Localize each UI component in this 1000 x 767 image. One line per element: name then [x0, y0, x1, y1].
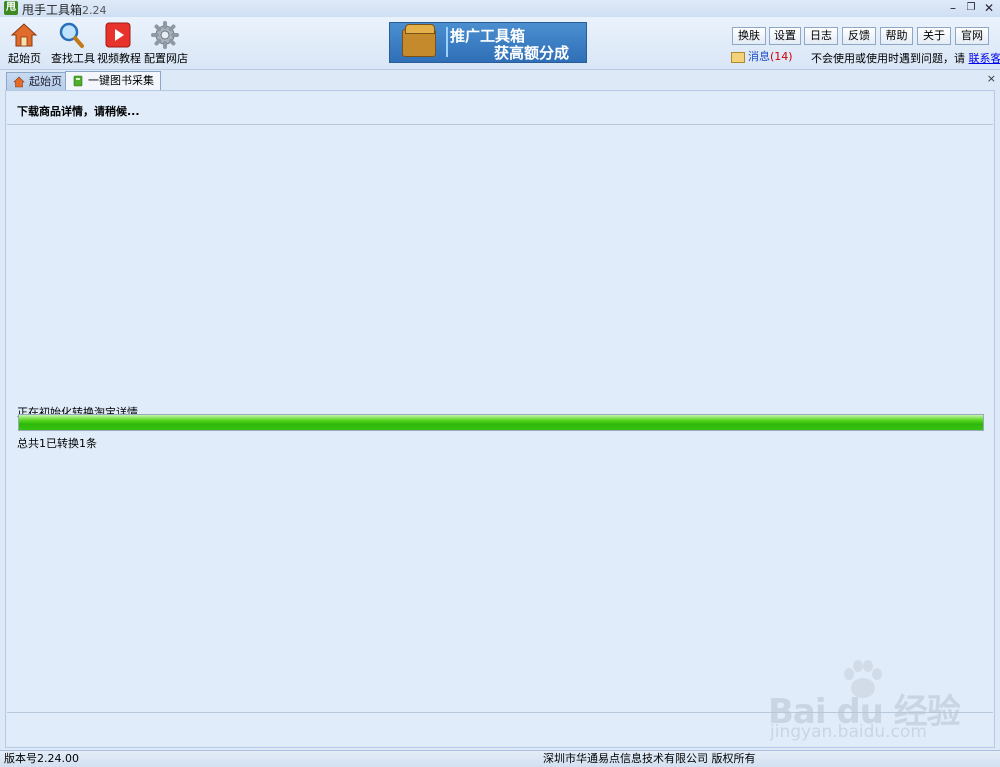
skin-button[interactable]: 换肤 — [732, 27, 766, 45]
tab-book-collect[interactable]: 一键图书采集 — [65, 71, 161, 92]
app-name: 甩手工具箱 — [22, 3, 82, 17]
feedback-button[interactable]: 反馈 — [842, 27, 876, 45]
help-text: 不会使用或使用时遇到问题，请 — [811, 52, 965, 65]
messages-count: (14) — [770, 50, 793, 63]
home-icon — [13, 76, 25, 88]
toolbar-configure-shop-button[interactable]: 配置网店 — [144, 21, 186, 66]
tab-home[interactable]: 起始页 — [6, 72, 69, 91]
toolbar-home-button[interactable]: 起始页 — [8, 21, 40, 66]
window-title: 甩手工具箱2.24 — [22, 1, 107, 18]
contact-support-link[interactable]: 联系客服 — [969, 52, 1000, 65]
app-version: 2.24 — [82, 4, 107, 17]
toolbar-home-label: 起始页 — [8, 50, 40, 66]
help-contact: 不会使用或使用时遇到问题，请 联系客服 — [811, 50, 1000, 66]
close-button[interactable]: ✕ — [980, 0, 998, 16]
content-panel: 下载商品详情，请稍候... 正在初始化转换淘宝详情..... 总共1已转换1条 — [5, 90, 995, 748]
download-status-text: 下载商品详情，请稍候... — [17, 103, 140, 119]
messages-link[interactable]: 消息(14) — [731, 48, 793, 64]
tab-home-label: 起始页 — [29, 75, 62, 88]
help-button[interactable]: 帮助 — [880, 27, 913, 45]
progress-fill — [19, 415, 983, 430]
toolbar-video-tutorial-label: 视频教程 — [97, 50, 139, 66]
magnifier-icon — [57, 21, 85, 49]
messages-label: 消息 — [748, 50, 770, 63]
title-bar: 甩 甩手工具箱2.24 – ❐ ✕ — [0, 0, 1000, 17]
tab-bar: 起始页 一键图书采集 × — [0, 70, 1000, 90]
log-button[interactable]: 日志 — [804, 27, 838, 45]
home-icon — [10, 21, 38, 49]
progress-bar — [18, 414, 984, 431]
copyright-text: 深圳市华通易点信息技术有限公司 版权所有 — [543, 751, 756, 767]
divider — [7, 124, 993, 125]
toolbar-video-tutorial-button[interactable]: 视频教程 — [97, 21, 139, 66]
content-inner: 下载商品详情，请稍候... 正在初始化转换淘宝详情..... 总共1已转换1条 — [7, 92, 993, 746]
toolbar-configure-shop-label: 配置网店 — [144, 50, 186, 66]
app-logo-icon: 甩 — [4, 1, 18, 15]
banner-line2: 获高额分成 — [494, 42, 569, 63]
tab-book-collect-label: 一键图书采集 — [88, 74, 154, 87]
version-text: 版本号2.24.00 — [4, 751, 79, 767]
close-tab-icon[interactable]: × — [987, 72, 996, 85]
toolbar-find-tools-label: 查找工具 — [51, 50, 91, 66]
restore-button[interactable]: ❐ — [962, 0, 980, 16]
book-icon — [72, 75, 84, 87]
gear-icon — [151, 21, 179, 49]
divider — [7, 712, 993, 713]
conversion-count-text: 总共1已转换1条 — [17, 435, 97, 451]
envelope-icon — [731, 52, 745, 63]
minimize-button[interactable]: – — [944, 0, 962, 16]
settings-button[interactable]: 设置 — [769, 27, 801, 45]
official-site-button[interactable]: 官网 — [955, 27, 989, 45]
main-toolbar: 起始页 查找工具 视频教程 — [0, 17, 1000, 70]
toolbar-find-tools-button[interactable]: 查找工具 — [51, 21, 91, 66]
status-bar: 版本号2.24.00 深圳市华通易点信息技术有限公司 版权所有 — [0, 750, 1000, 767]
treasure-chest-icon — [402, 29, 436, 57]
video-play-icon — [104, 21, 132, 49]
promo-banner[interactable]: 推广工具箱 获高额分成 — [389, 22, 587, 63]
about-button[interactable]: 关于 — [917, 27, 951, 45]
